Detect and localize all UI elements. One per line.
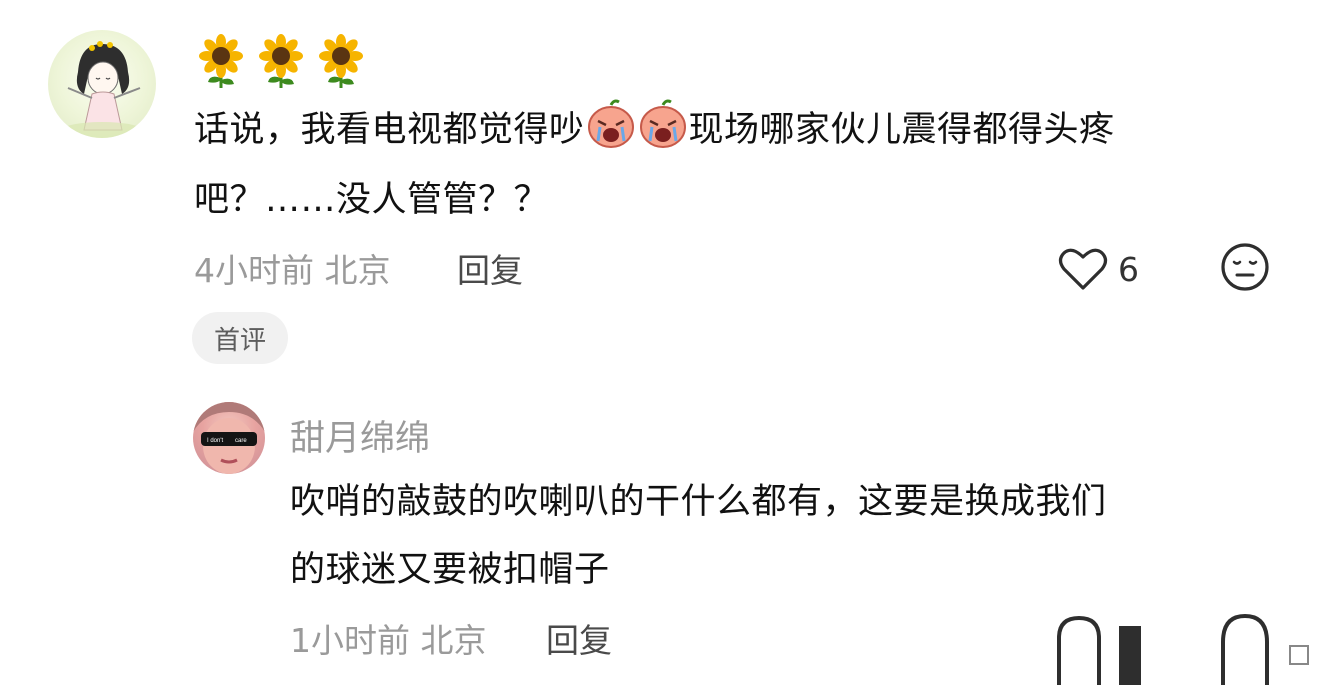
sunglasses-meme-icon: I don't care — [193, 402, 265, 474]
reply-location: 北京 — [420, 621, 487, 660]
avatar-caption-left: I don't — [207, 438, 223, 444]
like-button[interactable]: 6 — [1058, 242, 1139, 296]
sunflower-icon — [199, 34, 243, 88]
reply-button[interactable]: 回复 — [457, 244, 523, 292]
comment-text-part-1: 话说，我看电视都觉得吵 — [194, 110, 585, 150]
commenter-avatar[interactable] — [48, 30, 156, 138]
reply-meta: 1小时前 北京 — [290, 614, 487, 662]
sunflower-icon — [259, 34, 303, 88]
first-comment-badge: 首评 — [192, 312, 288, 364]
heart-icon — [1058, 248, 1108, 290]
reply-action-icons-partial — [1057, 613, 1309, 685]
comment-location: 北京 — [324, 251, 391, 290]
comment-text-part-2: 现场哪家伙儿震得都得头疼 — [688, 110, 1115, 150]
crying-face-sticker-icon — [587, 99, 634, 148]
girl-illustration-icon — [62, 41, 142, 138]
reply-text-line-2: 的球迷又要被扣帽子 — [290, 550, 610, 590]
reply-text-line-1: 吹哨的敲鼓的吹喇叭的干什么都有，这要是换成我们 — [290, 482, 1107, 522]
comment-text-line-1: 话说，我看电视都觉得吵 现场哪家伙儿震得都得头疼 — [194, 96, 1115, 164]
comment-text-line-2: 吧？……没人管管？？ — [194, 180, 550, 220]
comment-meta: 4小时前 北京 — [194, 244, 391, 292]
comment-time: 4小时前 — [194, 251, 314, 290]
reply-avatar[interactable]: I don't care — [193, 402, 265, 474]
avatar-caption-right: care — [235, 438, 247, 444]
sunflower-emoji-row — [198, 34, 364, 88]
reply-reply-button[interactable]: 回复 — [546, 614, 612, 662]
like-count: 6 — [1118, 249, 1139, 289]
sunflower-icon — [319, 34, 363, 88]
crying-face-sticker-icon — [639, 99, 686, 148]
meh-face-icon[interactable] — [1220, 242, 1270, 292]
reply-username[interactable]: 甜月绵绵 — [290, 410, 430, 461]
reply-time: 1小时前 — [290, 621, 410, 660]
